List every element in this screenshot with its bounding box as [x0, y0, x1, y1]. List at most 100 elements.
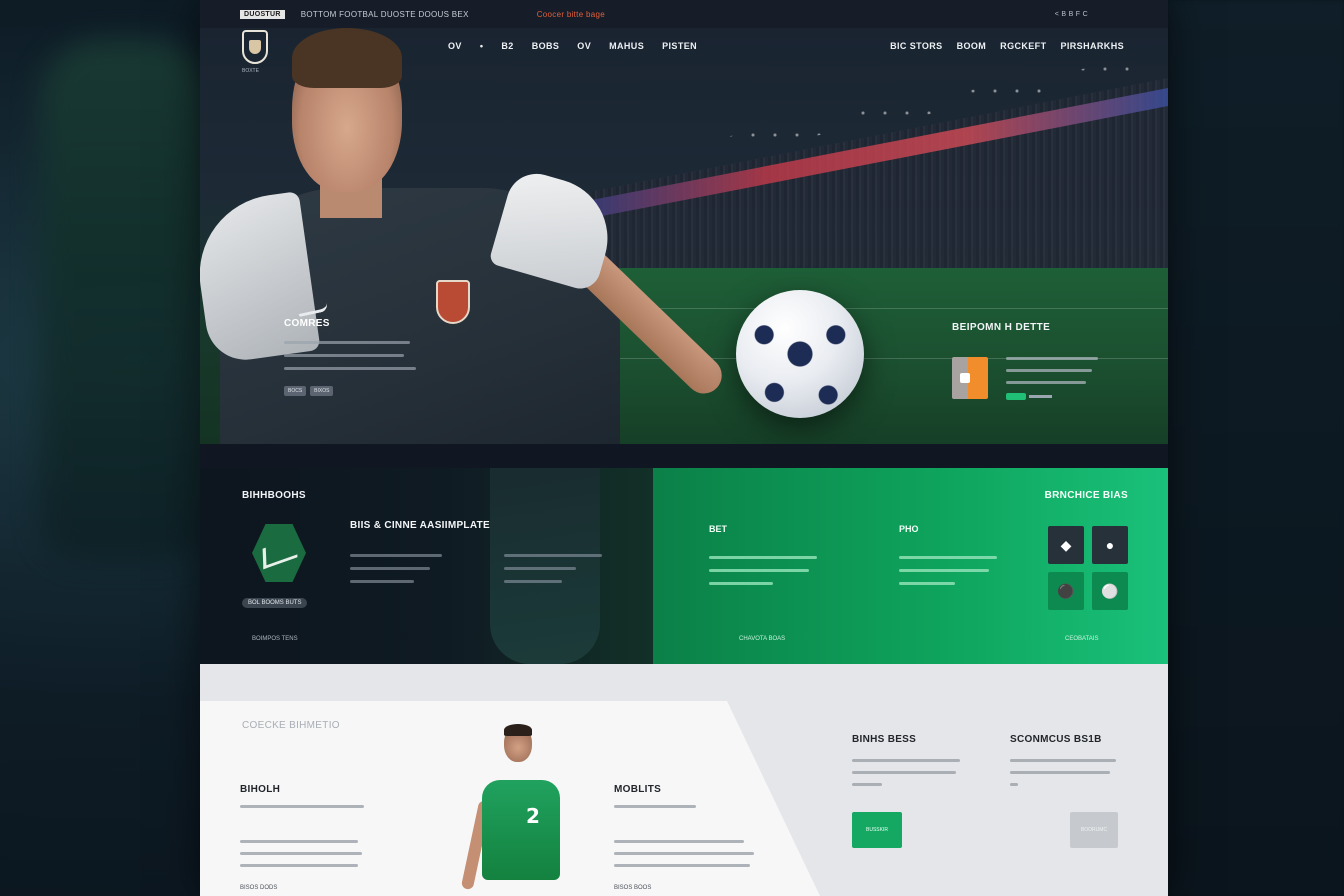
promo-thumbnail[interactable] [952, 357, 988, 399]
topbar-brand[interactable]: DUOSTUR [240, 9, 285, 19]
text-placeholder [504, 580, 562, 583]
green-col-2-text [899, 556, 1007, 595]
hero-left-buttons: BOCS BIXOS [284, 386, 424, 396]
text-placeholder [1006, 357, 1098, 360]
features-green-panel: BRNCHICE BIAS BET PHO CHAVOTA BOAS ◆ ● ⚫… [653, 468, 1168, 664]
hero-left-copy: COMRES BOCS BIXOS [284, 318, 424, 396]
user-icon[interactable]: ● [1092, 526, 1128, 564]
hero-promo-card: BEIPOMN H DETTE [952, 322, 1132, 401]
light-block-3: BINHS BESS BUSSKIR [852, 734, 972, 848]
text-placeholder [1006, 381, 1086, 384]
text-placeholder [240, 864, 358, 867]
text-placeholder [240, 852, 362, 855]
promo-glyph-icon [960, 373, 970, 383]
text-placeholder [350, 567, 430, 570]
text-placeholder [899, 556, 997, 559]
text-placeholder [614, 852, 754, 855]
green-footer-link-left[interactable]: CHAVOTA BOAS [739, 636, 785, 642]
text-placeholder [1010, 783, 1018, 786]
small-player-number: 2 [526, 804, 540, 828]
backdrop-right-panel [1168, 0, 1344, 896]
text-placeholder [852, 771, 956, 774]
green-col-1-text [709, 556, 817, 595]
text-placeholder [1006, 369, 1092, 372]
light-block-4: SCONMCUS BS1B BOORUMC [1010, 734, 1130, 848]
features-center-title: BIIS & CINNE AASIIMPLATE [350, 520, 490, 531]
text-placeholder [852, 759, 960, 762]
nav-item-7[interactable]: PISTEN [662, 41, 697, 51]
text-placeholder [899, 582, 955, 585]
secondary-nav: BIC STORS BOOM RGCKEFT PIRSHARKHS [890, 41, 1124, 51]
hero-left-title: COMRES [284, 318, 330, 329]
small-player-image: 2 [460, 724, 562, 896]
light-block-1-link[interactable]: BISOS DODS [240, 885, 380, 891]
camera-icon[interactable]: ◆ [1048, 526, 1084, 564]
text-placeholder [350, 580, 414, 583]
nav-right-item-2[interactable]: BOOM [957, 41, 987, 51]
features-text-col-2 [504, 554, 602, 593]
light-block-2: MOBLITS BISOS BOOS [614, 784, 764, 891]
green-action-button[interactable]: BUSSKIR [852, 812, 902, 848]
text-placeholder [240, 805, 364, 808]
text-placeholder [1010, 759, 1116, 762]
small-player-shirt [482, 780, 560, 880]
text-placeholder [284, 367, 416, 370]
bottom-light-section: COECKE BIHMETIO BIHOLH BISOS DODS 2 MOBL… [200, 664, 1168, 896]
hero-button-1[interactable]: BOCS [284, 386, 307, 396]
features-dark-panel: BIHHBOOHS BOL BOOMS BUTS BOIMPOS TENS BI… [200, 468, 653, 664]
nav-item-4[interactable]: BOBS [532, 41, 560, 51]
light-block-4-title: SCONMCUS BS1B [1010, 734, 1102, 745]
text-placeholder [709, 556, 817, 559]
small-player-hair [504, 724, 532, 736]
promo-row [952, 357, 1132, 401]
website-frame: DUOSTUR BOTTOM FOOTBAL DUOSTE DOOUS BEX … [200, 0, 1168, 896]
hero-right-title: BEIPOMN H DETTE [952, 322, 1051, 333]
green-panel-title: BRNCHICE BIAS [1044, 490, 1128, 501]
text-placeholder [614, 805, 696, 808]
features-pill-button[interactable]: BOL BOOMS BUTS [242, 598, 308, 608]
text-placeholder [614, 864, 750, 867]
top-bar: DUOSTUR BOTTOM FOOTBAL DUOSTE DOOUS BEX … [200, 0, 1168, 28]
text-placeholder [709, 569, 809, 572]
nav-item-2[interactable]: • [480, 41, 484, 51]
green-col-2-title: PHO [899, 524, 919, 534]
site-logo[interactable] [242, 30, 268, 64]
text-placeholder [1010, 771, 1110, 774]
promo-text [1006, 357, 1098, 401]
light-block-2-link[interactable]: BISOS BOOS [614, 885, 764, 891]
nav-right-item-4[interactable]: PIRSHARKHS [1060, 41, 1124, 51]
backdrop-player-blur [40, 40, 210, 560]
topbar-text: BOTTOM FOOTBAL DUOSTE DOOUS BEX [300, 9, 469, 19]
promo-cta-button[interactable] [1006, 393, 1052, 401]
text-placeholder [852, 783, 882, 786]
player-hair [292, 28, 402, 88]
topbar-utility-icons[interactable]: < B B F C [1055, 11, 1088, 18]
football-icon [736, 290, 864, 418]
green-footer-link-right[interactable]: CEOBATAIS [1065, 636, 1098, 642]
logo-subtitle: BOXTE [242, 68, 259, 74]
text-placeholder [709, 582, 773, 585]
nav-item-5[interactable]: OV [577, 41, 591, 51]
topbar-promo-link[interactable]: Coocer bitte bage [537, 10, 605, 19]
light-block-3-title: BINHS BESS [852, 734, 917, 745]
text-placeholder [899, 569, 989, 572]
hero-button-2[interactable]: BIXOS [310, 386, 334, 396]
text-placeholder [284, 341, 410, 344]
club-crest-icon [436, 280, 470, 324]
chat-icon[interactable]: ⚫ [1048, 572, 1084, 610]
nav-item-1[interactable]: OV [448, 41, 462, 51]
hero-section: BOXTE OV • B2 BOBS OV MAHUS PISTEN BIC S… [200, 28, 1168, 444]
nav-right-item-1[interactable]: BIC STORS [890, 41, 942, 51]
features-text-col-1 [350, 554, 446, 593]
nav-right-item-3[interactable]: RGCKEFT [1000, 41, 1046, 51]
globe-icon[interactable]: ⚪ [1092, 572, 1128, 610]
features-footer-link[interactable]: BOIMPOS TENS [252, 636, 298, 642]
text-placeholder [350, 554, 442, 557]
logo-shield-icon [249, 40, 261, 54]
nav-item-6[interactable]: MAHUS [609, 41, 644, 51]
nav-item-3[interactable]: B2 [501, 41, 513, 51]
text-placeholder [504, 554, 602, 557]
text-placeholder [504, 567, 576, 570]
grey-action-button[interactable]: BOORUMC [1070, 812, 1118, 848]
green-col-1-title: BET [709, 524, 727, 534]
